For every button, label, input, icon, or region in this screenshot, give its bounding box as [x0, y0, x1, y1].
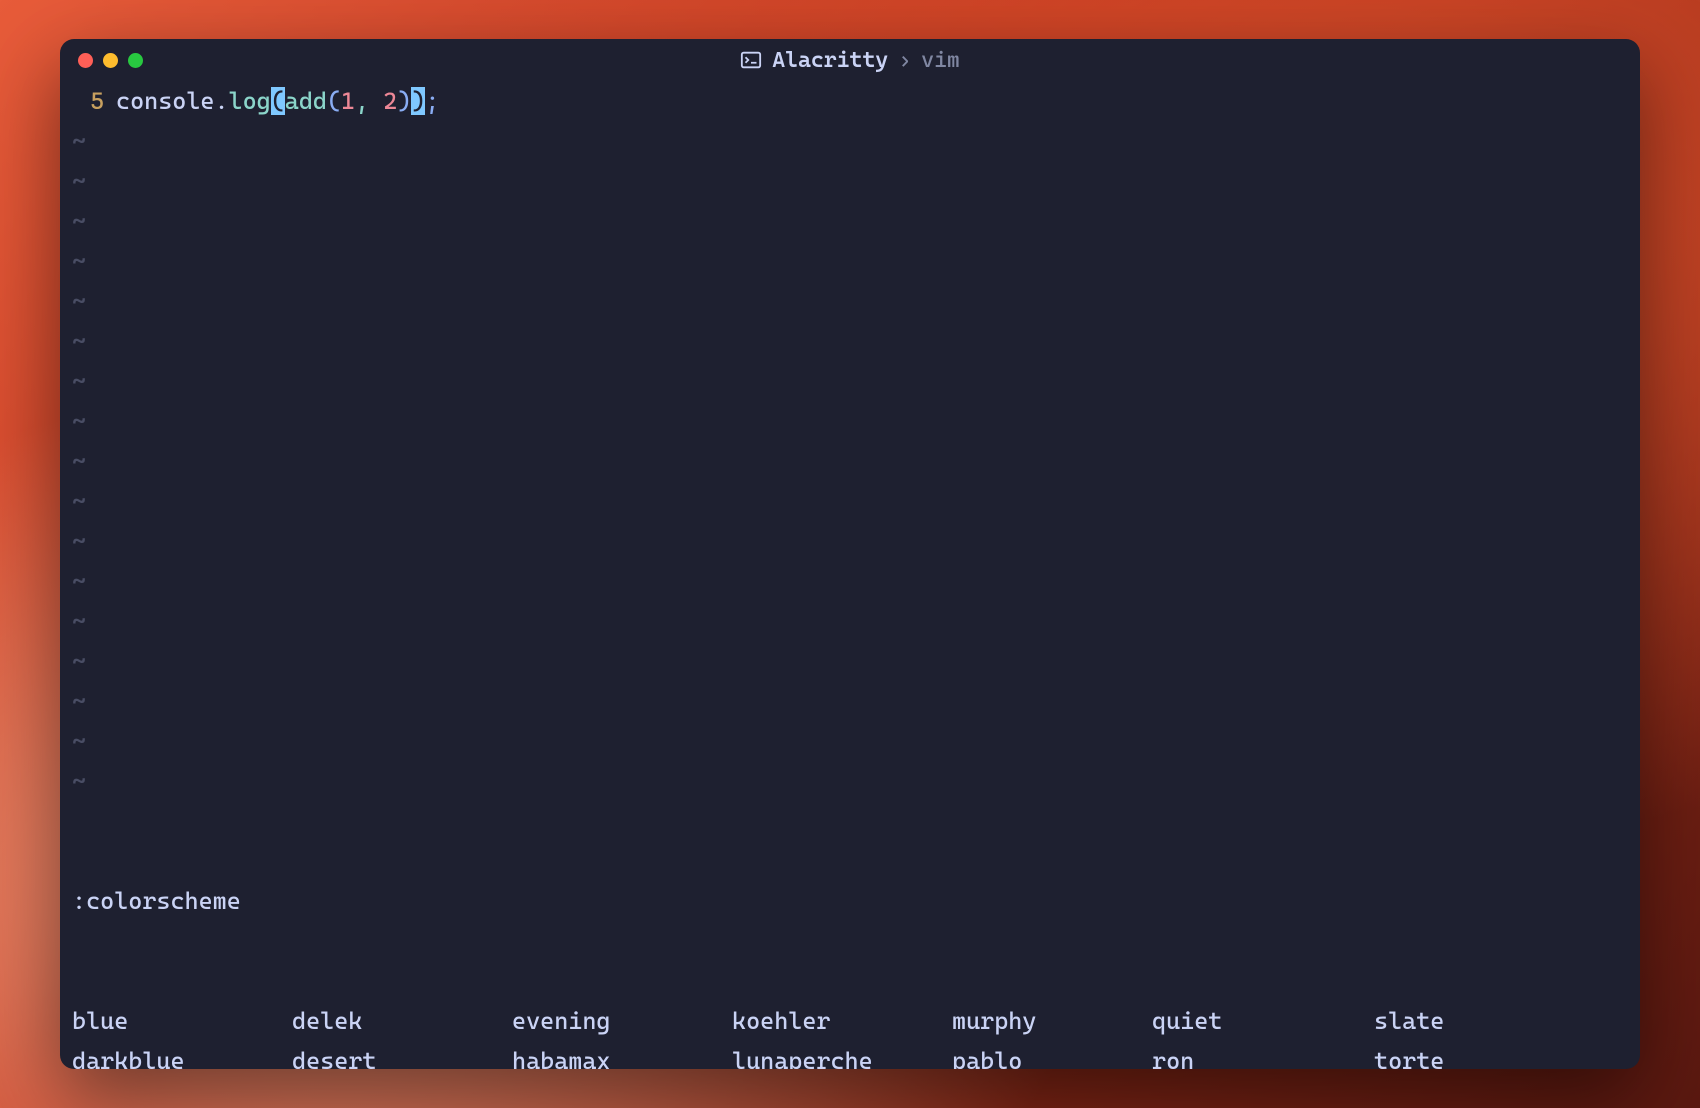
wildmenu-option[interactable]: pablo: [952, 1041, 1152, 1069]
token-identifier: console: [116, 87, 214, 115]
close-button[interactable]: [78, 53, 93, 68]
empty-line-tilde: ~: [72, 521, 1628, 561]
wildmenu-option[interactable]: desert: [292, 1041, 512, 1069]
title-separator: ›: [898, 48, 911, 73]
wildmenu-command-label: :colorscheme: [72, 881, 1628, 921]
editor-viewport[interactable]: 5 console.log(add(1, 2)); ~~~~~~~~~~~~~~…: [60, 81, 1640, 1069]
empty-line-tilde: ~: [72, 281, 1628, 321]
token-paren-open: (: [327, 87, 341, 115]
empty-line-tilde: ~: [72, 641, 1628, 681]
wildmenu-option[interactable]: ron: [1152, 1041, 1374, 1069]
token-number: 1: [341, 87, 355, 115]
terminal-icon: [740, 49, 762, 71]
wildmenu-option[interactable]: darkblue: [72, 1041, 292, 1069]
empty-line-tilde: ~: [72, 481, 1628, 521]
wildmenu-option[interactable]: slate: [1374, 1001, 1574, 1041]
empty-line-tilde: ~: [72, 681, 1628, 721]
window-titlebar: Alacritty › vim: [60, 39, 1640, 81]
empty-line-tilde: ~: [72, 441, 1628, 481]
wildmenu-option[interactable]: koehler: [732, 1001, 952, 1041]
title-process-name: vim: [921, 48, 960, 73]
empty-line-tilde: ~: [72, 721, 1628, 761]
empty-line-tilde: ~: [72, 561, 1628, 601]
token-dot: .: [214, 87, 228, 115]
empty-line-tilde: ~: [72, 241, 1628, 281]
empty-line-tilde: ~: [72, 361, 1628, 401]
cursor-on-paren: ): [411, 87, 425, 115]
wildmenu-option[interactable]: blue: [72, 1001, 292, 1041]
line-number: 5: [72, 81, 116, 121]
wildmenu-options: bluedelekeveningkoehlermurphyquietslate d…: [72, 1001, 1628, 1069]
minimize-button[interactable]: [103, 53, 118, 68]
code-content[interactable]: console.log(add(1, 2));: [116, 81, 1628, 121]
empty-line-tilde: ~: [72, 121, 1628, 161]
token-paren-close: ): [397, 87, 411, 115]
empty-line-tilde: ~: [72, 201, 1628, 241]
title-app-name: Alacritty: [772, 48, 888, 73]
matching-paren-open: (: [271, 87, 285, 115]
wildmenu-option[interactable]: evening: [512, 1001, 732, 1041]
empty-line-tilde: ~: [72, 601, 1628, 641]
empty-line-tilde: ~: [72, 321, 1628, 361]
wildmenu-option[interactable]: quiet: [1152, 1001, 1374, 1041]
empty-line-tilde: ~: [72, 401, 1628, 441]
maximize-button[interactable]: [128, 53, 143, 68]
command-area: :colorscheme bluedelekeveningkoehlermurp…: [72, 801, 1628, 1069]
wildmenu-option[interactable]: torte: [1374, 1041, 1574, 1069]
code-line: 5 console.log(add(1, 2));: [72, 81, 1628, 121]
token-method: log: [229, 87, 271, 115]
token-semicolon: ;: [425, 87, 439, 115]
token-call: add: [285, 87, 327, 115]
traffic-lights: [78, 53, 143, 68]
window-title: Alacritty › vim: [60, 48, 1640, 73]
token-number: 2: [383, 87, 397, 115]
token-comma: ,: [355, 87, 383, 115]
wildmenu-option[interactable]: delek: [292, 1001, 512, 1041]
empty-line-tilde: ~: [72, 161, 1628, 201]
wildmenu-option[interactable]: lunaperche: [732, 1041, 952, 1069]
wildmenu-option[interactable]: murphy: [952, 1001, 1152, 1041]
terminal-window: Alacritty › vim 5 console.log(add(1, 2))…: [60, 39, 1640, 1069]
wildmenu-option[interactable]: habamax: [512, 1041, 732, 1069]
empty-line-tilde: ~: [72, 761, 1628, 801]
empty-lines-region: ~~~~~~~~~~~~~~~~~: [72, 121, 1628, 801]
